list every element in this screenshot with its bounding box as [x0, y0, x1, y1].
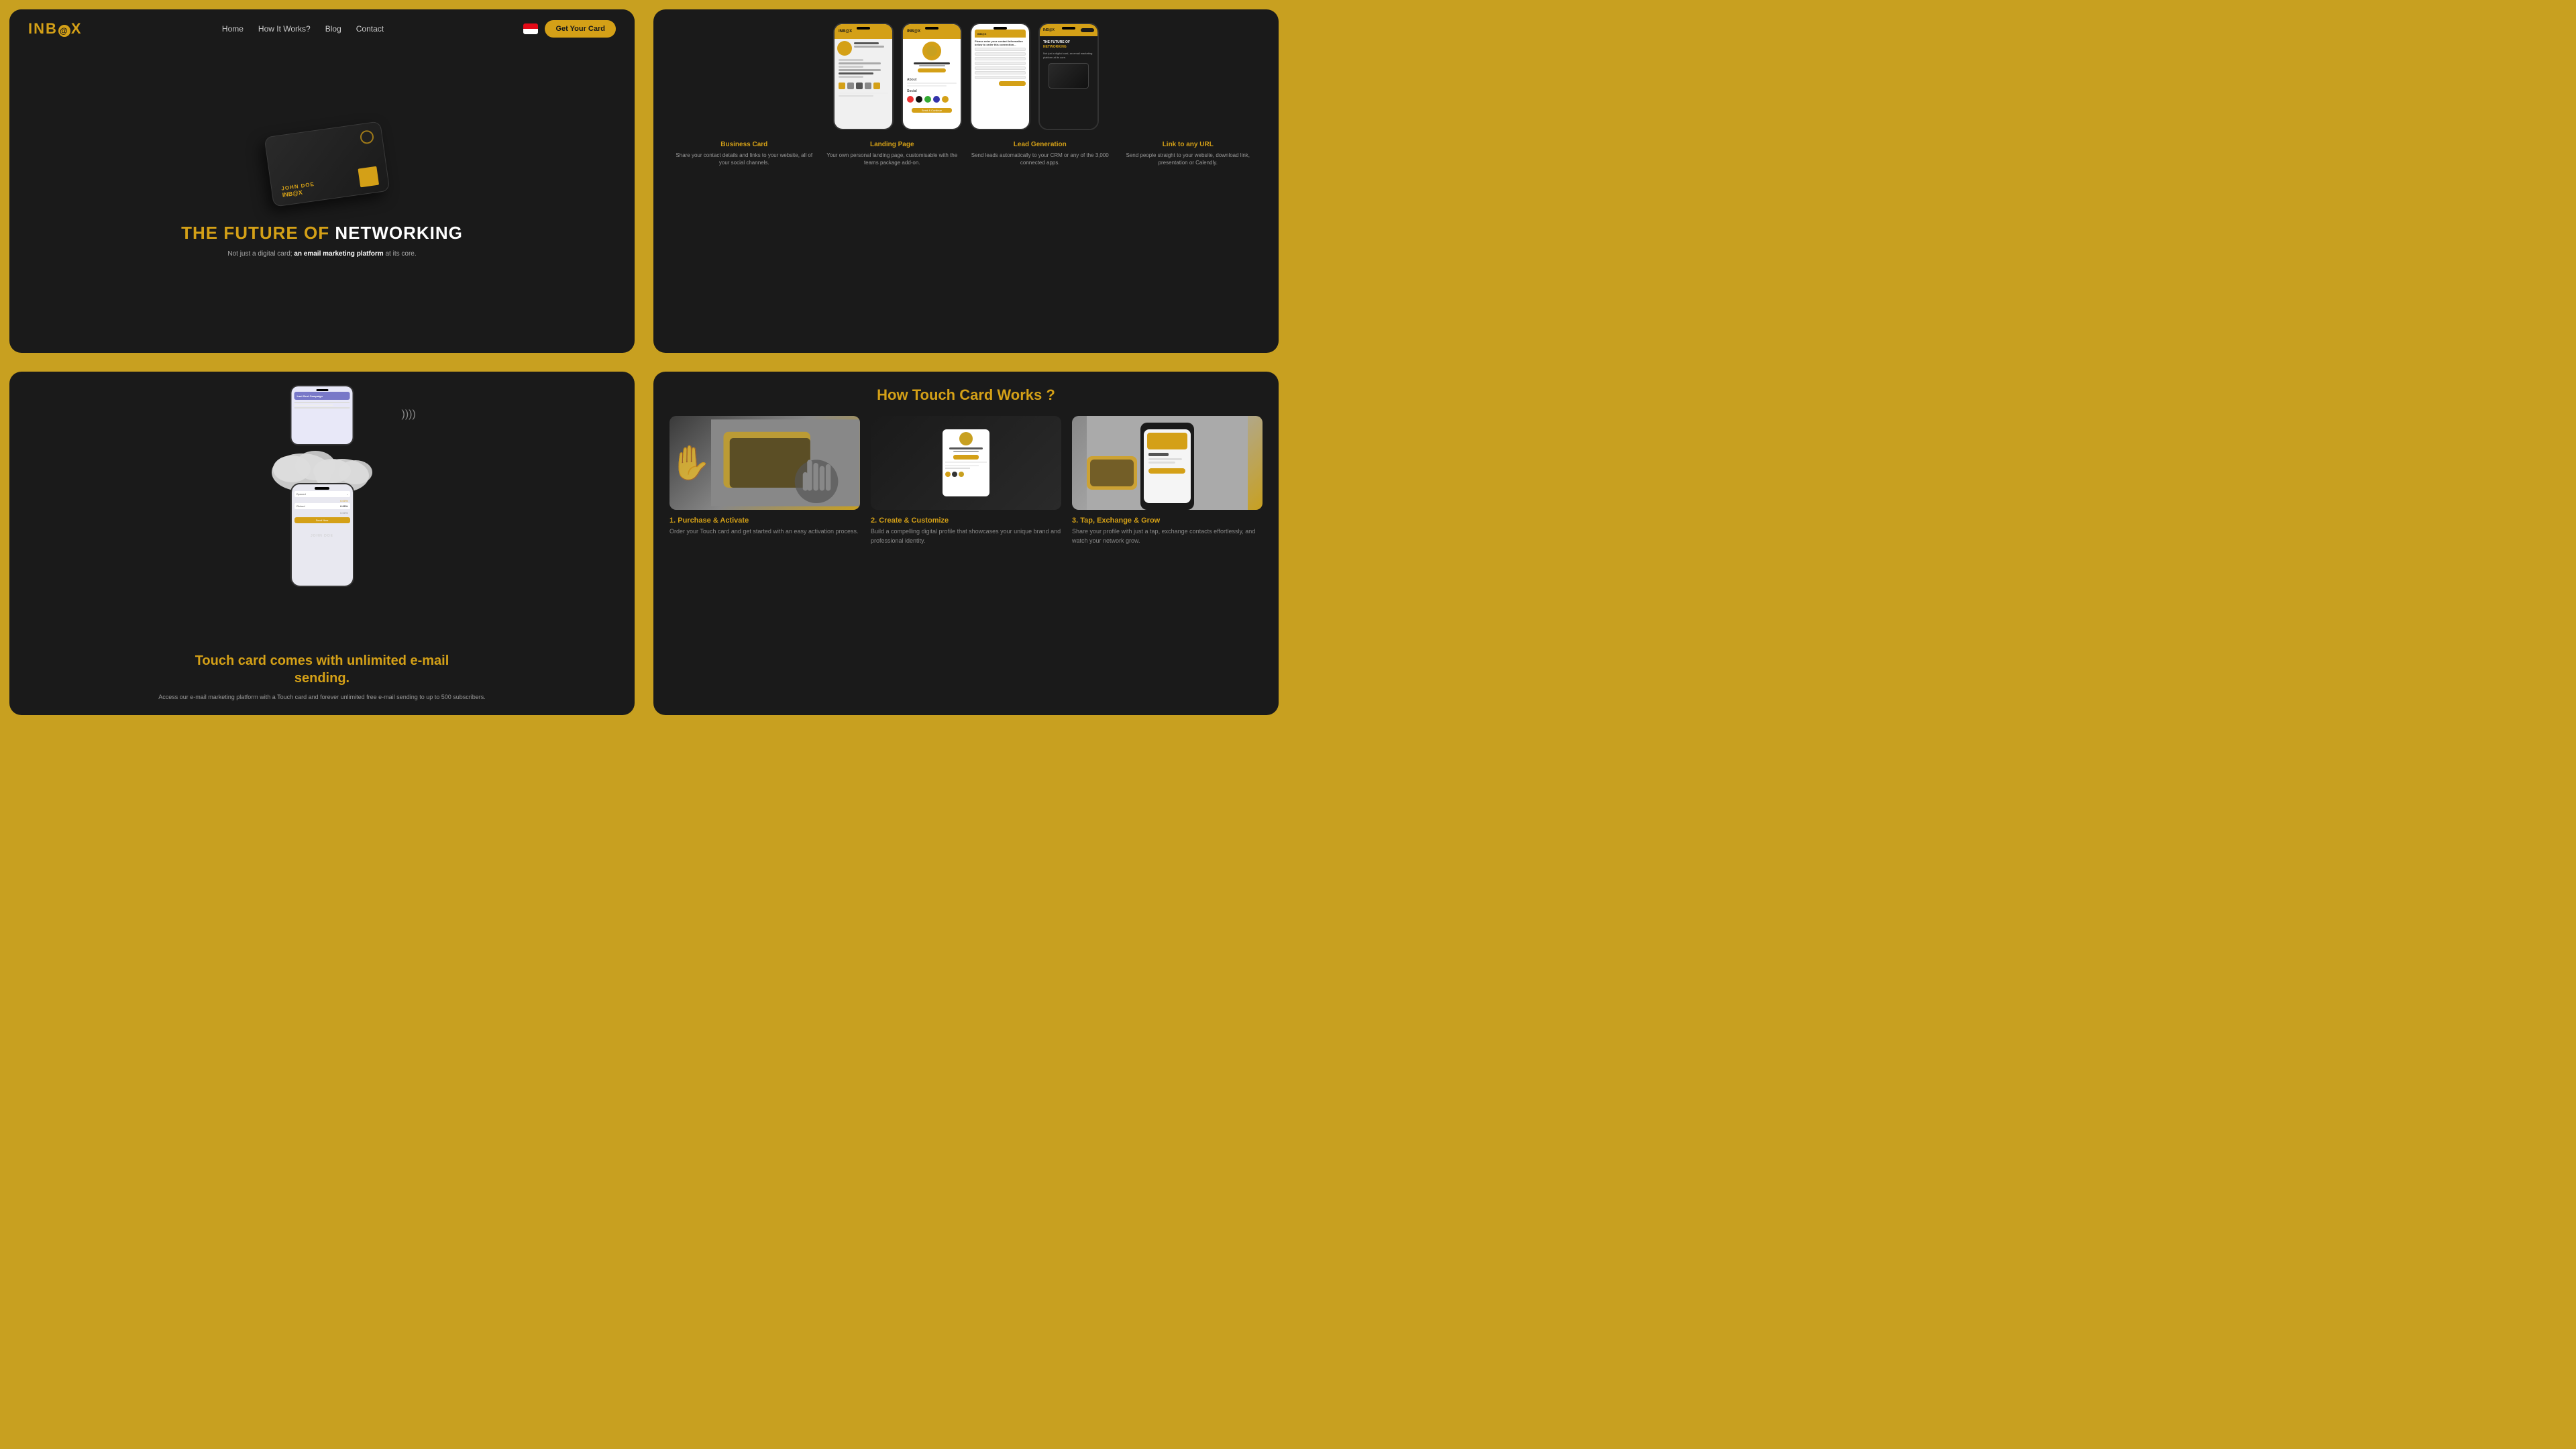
phone-screen-1: INB@X — [835, 24, 892, 129]
clicked-label: Clicked — [297, 504, 305, 508]
phone-screenshots: INB@X — [667, 23, 1265, 130]
feature-landing-page: Landing Page Your own personal landing p… — [822, 141, 963, 166]
phone-screen-4: INB@X THE FUTURE OFNETWORKING Not just a… — [1040, 24, 1097, 129]
features-panel: INB@X — [653, 9, 1279, 353]
nav-home[interactable]: Home — [222, 24, 244, 34]
social-label: Social — [903, 88, 961, 94]
feature-lead-gen: Lead Generation Send leads automatically… — [969, 141, 1111, 166]
future-text-small: THE FUTURE OFNETWORKING — [1043, 40, 1094, 50]
opened-row: Opened - — [294, 491, 350, 497]
get-card-button[interactable]: Get Your Card — [545, 20, 616, 38]
turkish-flag-icon — [523, 23, 538, 34]
email-visual: Last Sent Campaign )))) JOHN DOE — [9, 372, 635, 645]
email-text-section: Touch card comes with unlimited e-mail s… — [9, 645, 635, 715]
campaign-label: Last Sent Campaign — [297, 394, 323, 398]
nav-contact[interactable]: Contact — [356, 24, 384, 34]
phone-campaign-top: Last Sent Campaign — [290, 385, 354, 445]
hero-title: THE FUTURE OF NETWORKING — [181, 223, 463, 244]
phone-lead-generation: INB@X Please enter your contact informat… — [970, 23, 1030, 130]
navigation: INB@X Home How It Works? Blog Contact Ge… — [9, 9, 635, 48]
how-panel: How Touch Card Works ? 1. Purchase & Act… — [653, 372, 1279, 715]
step-3: 3. Tap, Exchange & Grow Share your profi… — [1072, 416, 1263, 545]
hero-panel: INB@X Home How It Works? Blog Contact Ge… — [9, 9, 635, 353]
feature-desc-2: Your own personal landing page, customis… — [822, 152, 963, 166]
profile-name-mock — [949, 447, 983, 449]
qr-code-icon — [358, 166, 379, 188]
phone-notch-email — [315, 487, 329, 490]
nav-how-it-works[interactable]: How It Works? — [258, 24, 311, 34]
about-label: About — [903, 76, 961, 83]
phone-notch-2 — [925, 27, 938, 30]
hero-content: JOHN DOE INB@X THE FUTURE OF NETWORKING … — [9, 48, 635, 353]
email-panel: Last Sent Campaign )))) JOHN DOE — [9, 372, 635, 715]
step-3-desc: Share your profile with just a tap, exch… — [1072, 527, 1263, 545]
email-heading: Touch card comes with unlimited e-mail s… — [30, 652, 614, 687]
email-description: Access our e-mail marketing platform wit… — [30, 692, 614, 702]
feature-title-2: Landing Page — [822, 141, 963, 148]
phone-screen-3: INB@X Please enter your contact informat… — [971, 24, 1029, 129]
opened-label: Opened — [297, 492, 306, 496]
connect-mock-btn — [953, 455, 978, 460]
step-3-image — [1072, 416, 1263, 510]
screen-logo-2: INB@X — [907, 30, 920, 34]
card-visual: JOHN DOE INB@X — [255, 129, 389, 209]
phone-notch-4 — [1062, 27, 1075, 30]
feature-title-4: Link to any URL — [1118, 141, 1259, 148]
phone-landing-page: INB@X About Social — [902, 23, 962, 130]
phone-notch-3 — [994, 27, 1007, 30]
logo: INB@X — [28, 20, 83, 38]
feature-desc-4: Send people straight to your website, do… — [1118, 152, 1259, 166]
name-tag: JOHN DOE — [311, 534, 333, 538]
phone-link-url: INB@X THE FUTURE OFNETWORKING Not just a… — [1038, 23, 1099, 130]
wifi-signal-icon: )))) — [402, 409, 416, 421]
logo-icon: @ — [58, 25, 70, 37]
nav-right: Get Your Card — [523, 20, 616, 38]
clicked-row: Clicked 0.00% — [294, 503, 350, 509]
step-1: 1. Purchase & Activate Order your Touch … — [669, 416, 860, 545]
screen-logo-1: INB@X — [839, 30, 852, 34]
step-2-desc: Build a compelling digital profile that … — [871, 527, 1061, 545]
feature-title-1: Business Card — [674, 141, 815, 148]
nav-blog[interactable]: Blog — [325, 24, 341, 34]
feature-desc-1: Share your contact details and links to … — [674, 152, 815, 166]
how-title: How Touch Card Works ? — [669, 386, 1263, 404]
phone-business-card: INB@X — [833, 23, 894, 130]
feature-title-3: Lead Generation — [969, 141, 1111, 148]
send-now-button[interactable]: Send Now — [294, 517, 350, 523]
hero-subtitle: Not just a digital card; an email market… — [227, 249, 416, 259]
step-1-image — [669, 416, 860, 510]
phone-notch-1 — [857, 27, 870, 30]
feature-link-url: Link to any URL Send people straight to … — [1118, 141, 1259, 166]
profile-image-mock — [959, 432, 973, 445]
nav-links: Home How It Works? Blog Contact — [222, 23, 384, 35]
campaign-bar: Last Sent Campaign — [294, 392, 350, 400]
send-button-mock — [999, 81, 1026, 86]
step-2-image — [871, 416, 1061, 510]
nfc-card-front: JOHN DOE INB@X — [264, 121, 390, 207]
feature-desc-3: Send leads automatically to your CRM or … — [969, 152, 1111, 166]
profile-sub-mock — [953, 451, 978, 452]
steps-grid: 1. Purchase & Activate Order your Touch … — [669, 416, 1263, 545]
step-1-number: 1. Purchase & Activate — [669, 517, 860, 525]
top-email-screen: Last Sent Campaign — [292, 386, 353, 444]
step-2-number: 2. Create & Customize — [871, 517, 1061, 525]
step-1-desc: Order your Touch card and get started wi… — [669, 527, 860, 537]
phone-screen-2: INB@X About Social — [903, 24, 961, 129]
step-3-number: 3. Tap, Exchange & Grow — [1072, 517, 1263, 525]
card-visual-small — [1049, 63, 1089, 89]
feature-business-card: Business Card Share your contact details… — [674, 141, 815, 166]
clicked-value: 0.00% — [340, 504, 347, 508]
step-2: 2. Create & Customize Build a compelling… — [871, 416, 1061, 545]
features-grid: Business Card Share your contact details… — [667, 141, 1265, 166]
profile-card-mock — [943, 429, 989, 496]
